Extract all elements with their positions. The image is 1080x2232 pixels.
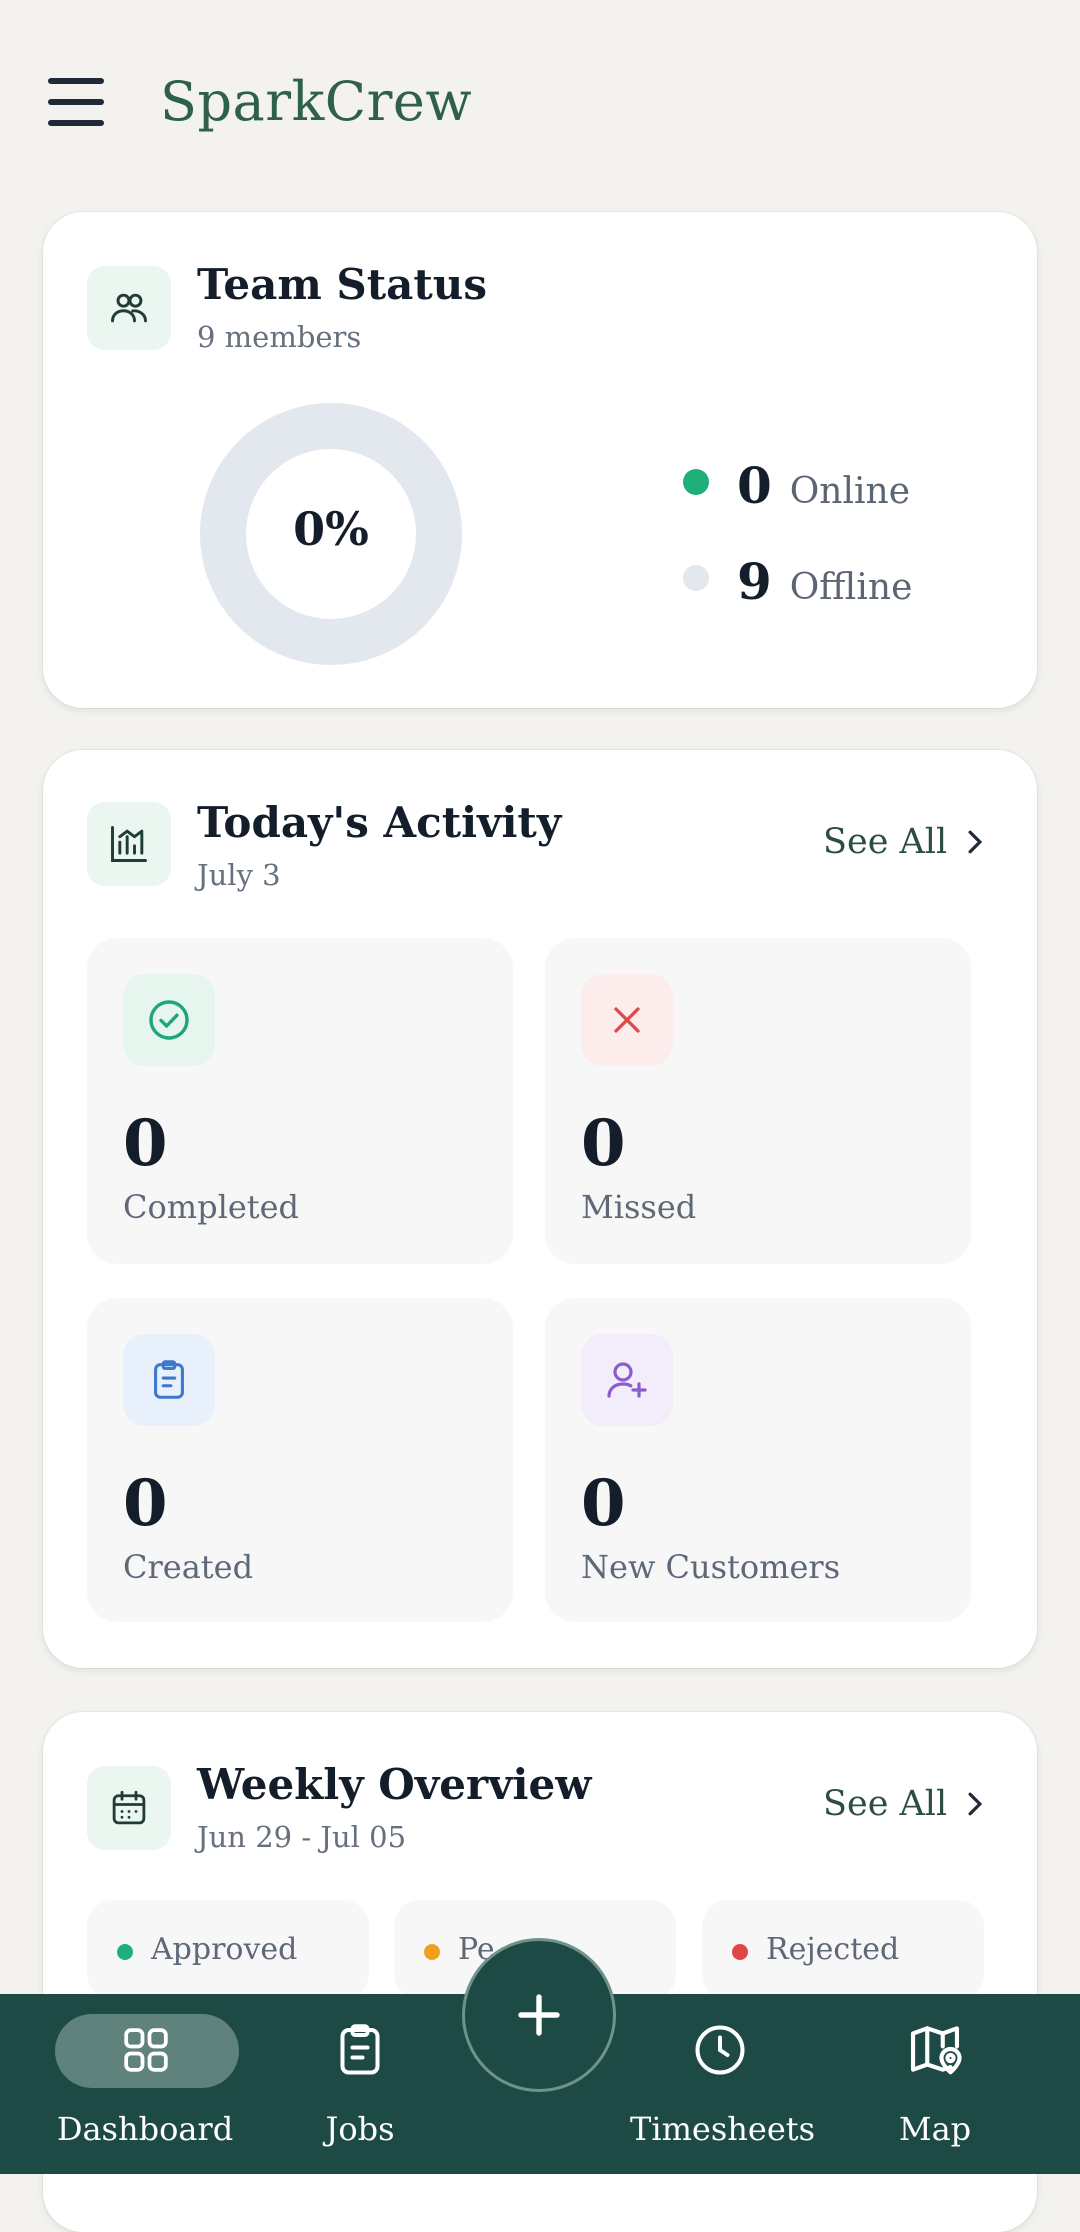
hamburger-menu-icon[interactable] xyxy=(48,78,106,126)
plus-icon xyxy=(518,1994,560,2036)
nav-dashboard[interactable]: Dashboard xyxy=(0,1994,290,2174)
x-icon xyxy=(581,974,673,1066)
team-status-card: Team Status 9 members 0% 0 Online 9 Offl… xyxy=(43,212,1037,708)
new-customers-tile[interactable]: 0 New Customers xyxy=(545,1298,971,1622)
app-header: SparkCrew xyxy=(0,0,1080,200)
offline-label: Offline xyxy=(789,567,913,608)
clipboard-icon xyxy=(340,2024,380,2075)
nav-timesheets[interactable]: Timesheets xyxy=(630,1994,816,2174)
clock-icon xyxy=(695,2025,745,2075)
offline-count: 9 xyxy=(737,552,772,611)
bar-chart-icon xyxy=(87,802,171,886)
created-tile[interactable]: 0 Created xyxy=(87,1298,513,1622)
completed-label: Completed xyxy=(123,1188,300,1226)
see-all-label: See All xyxy=(823,822,948,862)
created-label: Created xyxy=(123,1548,254,1586)
user-plus-icon xyxy=(581,1334,673,1426)
new-customers-label: New Customers xyxy=(581,1548,841,1586)
activity-see-all-link[interactable]: See All xyxy=(823,822,985,862)
approved-label: Approved xyxy=(151,1932,298,1967)
map-pin-icon xyxy=(910,2026,962,2075)
legend-offline: 9 Offline xyxy=(683,552,912,611)
missed-count: 0 xyxy=(581,1106,626,1181)
see-all-label: See All xyxy=(823,1784,948,1824)
nav-timesheets-label: Timesheets xyxy=(630,2110,816,2148)
nav-jobs[interactable]: Jobs xyxy=(290,1994,430,2174)
pending-dot xyxy=(424,1944,440,1960)
chevron-right-icon xyxy=(968,830,983,854)
app-title: SparkCrew xyxy=(160,70,473,133)
team-status-title: Team Status xyxy=(197,260,487,309)
completed-count: 0 xyxy=(123,1106,168,1181)
online-percent: 0% xyxy=(293,502,369,556)
calendar-icon xyxy=(87,1766,171,1850)
legend-online: 0 Online xyxy=(683,456,910,515)
add-fab-button[interactable] xyxy=(462,1938,616,2092)
rejected-dot xyxy=(732,1944,748,1960)
activity-date: July 3 xyxy=(197,858,281,892)
online-count: 0 xyxy=(737,456,772,515)
completed-tile[interactable]: 0 Completed xyxy=(87,938,513,1264)
team-members-count: 9 members xyxy=(197,320,362,354)
missed-label: Missed xyxy=(581,1188,697,1226)
created-count: 0 xyxy=(123,1466,168,1541)
online-dot xyxy=(683,469,709,495)
weekly-see-all-link[interactable]: See All xyxy=(823,1784,985,1824)
activity-title: Today's Activity xyxy=(197,798,562,847)
rejected-label: Rejected xyxy=(766,1932,900,1967)
team-icon xyxy=(87,266,171,350)
rejected-chip[interactable]: Rejected xyxy=(702,1900,984,2000)
weekly-range: Jun 29 - Jul 05 xyxy=(197,1820,407,1854)
offline-dot xyxy=(683,565,709,591)
nav-map[interactable]: Map xyxy=(870,1994,1000,2174)
nav-dashboard-label: Dashboard xyxy=(56,2110,234,2148)
new-customers-count: 0 xyxy=(581,1466,626,1541)
grid-icon xyxy=(124,2028,168,2072)
nav-map-label: Map xyxy=(898,2110,972,2148)
approved-dot xyxy=(117,1944,133,1960)
todays-activity-card: Today's Activity July 3 See All 0 Comple… xyxy=(43,750,1037,1668)
missed-tile[interactable]: 0 Missed xyxy=(545,938,971,1264)
clipboard-icon xyxy=(123,1334,215,1426)
chevron-right-icon xyxy=(968,1792,983,1816)
check-circle-icon xyxy=(123,974,215,1066)
online-label: Online xyxy=(789,471,911,512)
nav-jobs-label: Jobs xyxy=(325,2110,395,2148)
approved-chip[interactable]: Approved xyxy=(87,1900,369,2000)
weekly-title: Weekly Overview xyxy=(197,1760,592,1809)
